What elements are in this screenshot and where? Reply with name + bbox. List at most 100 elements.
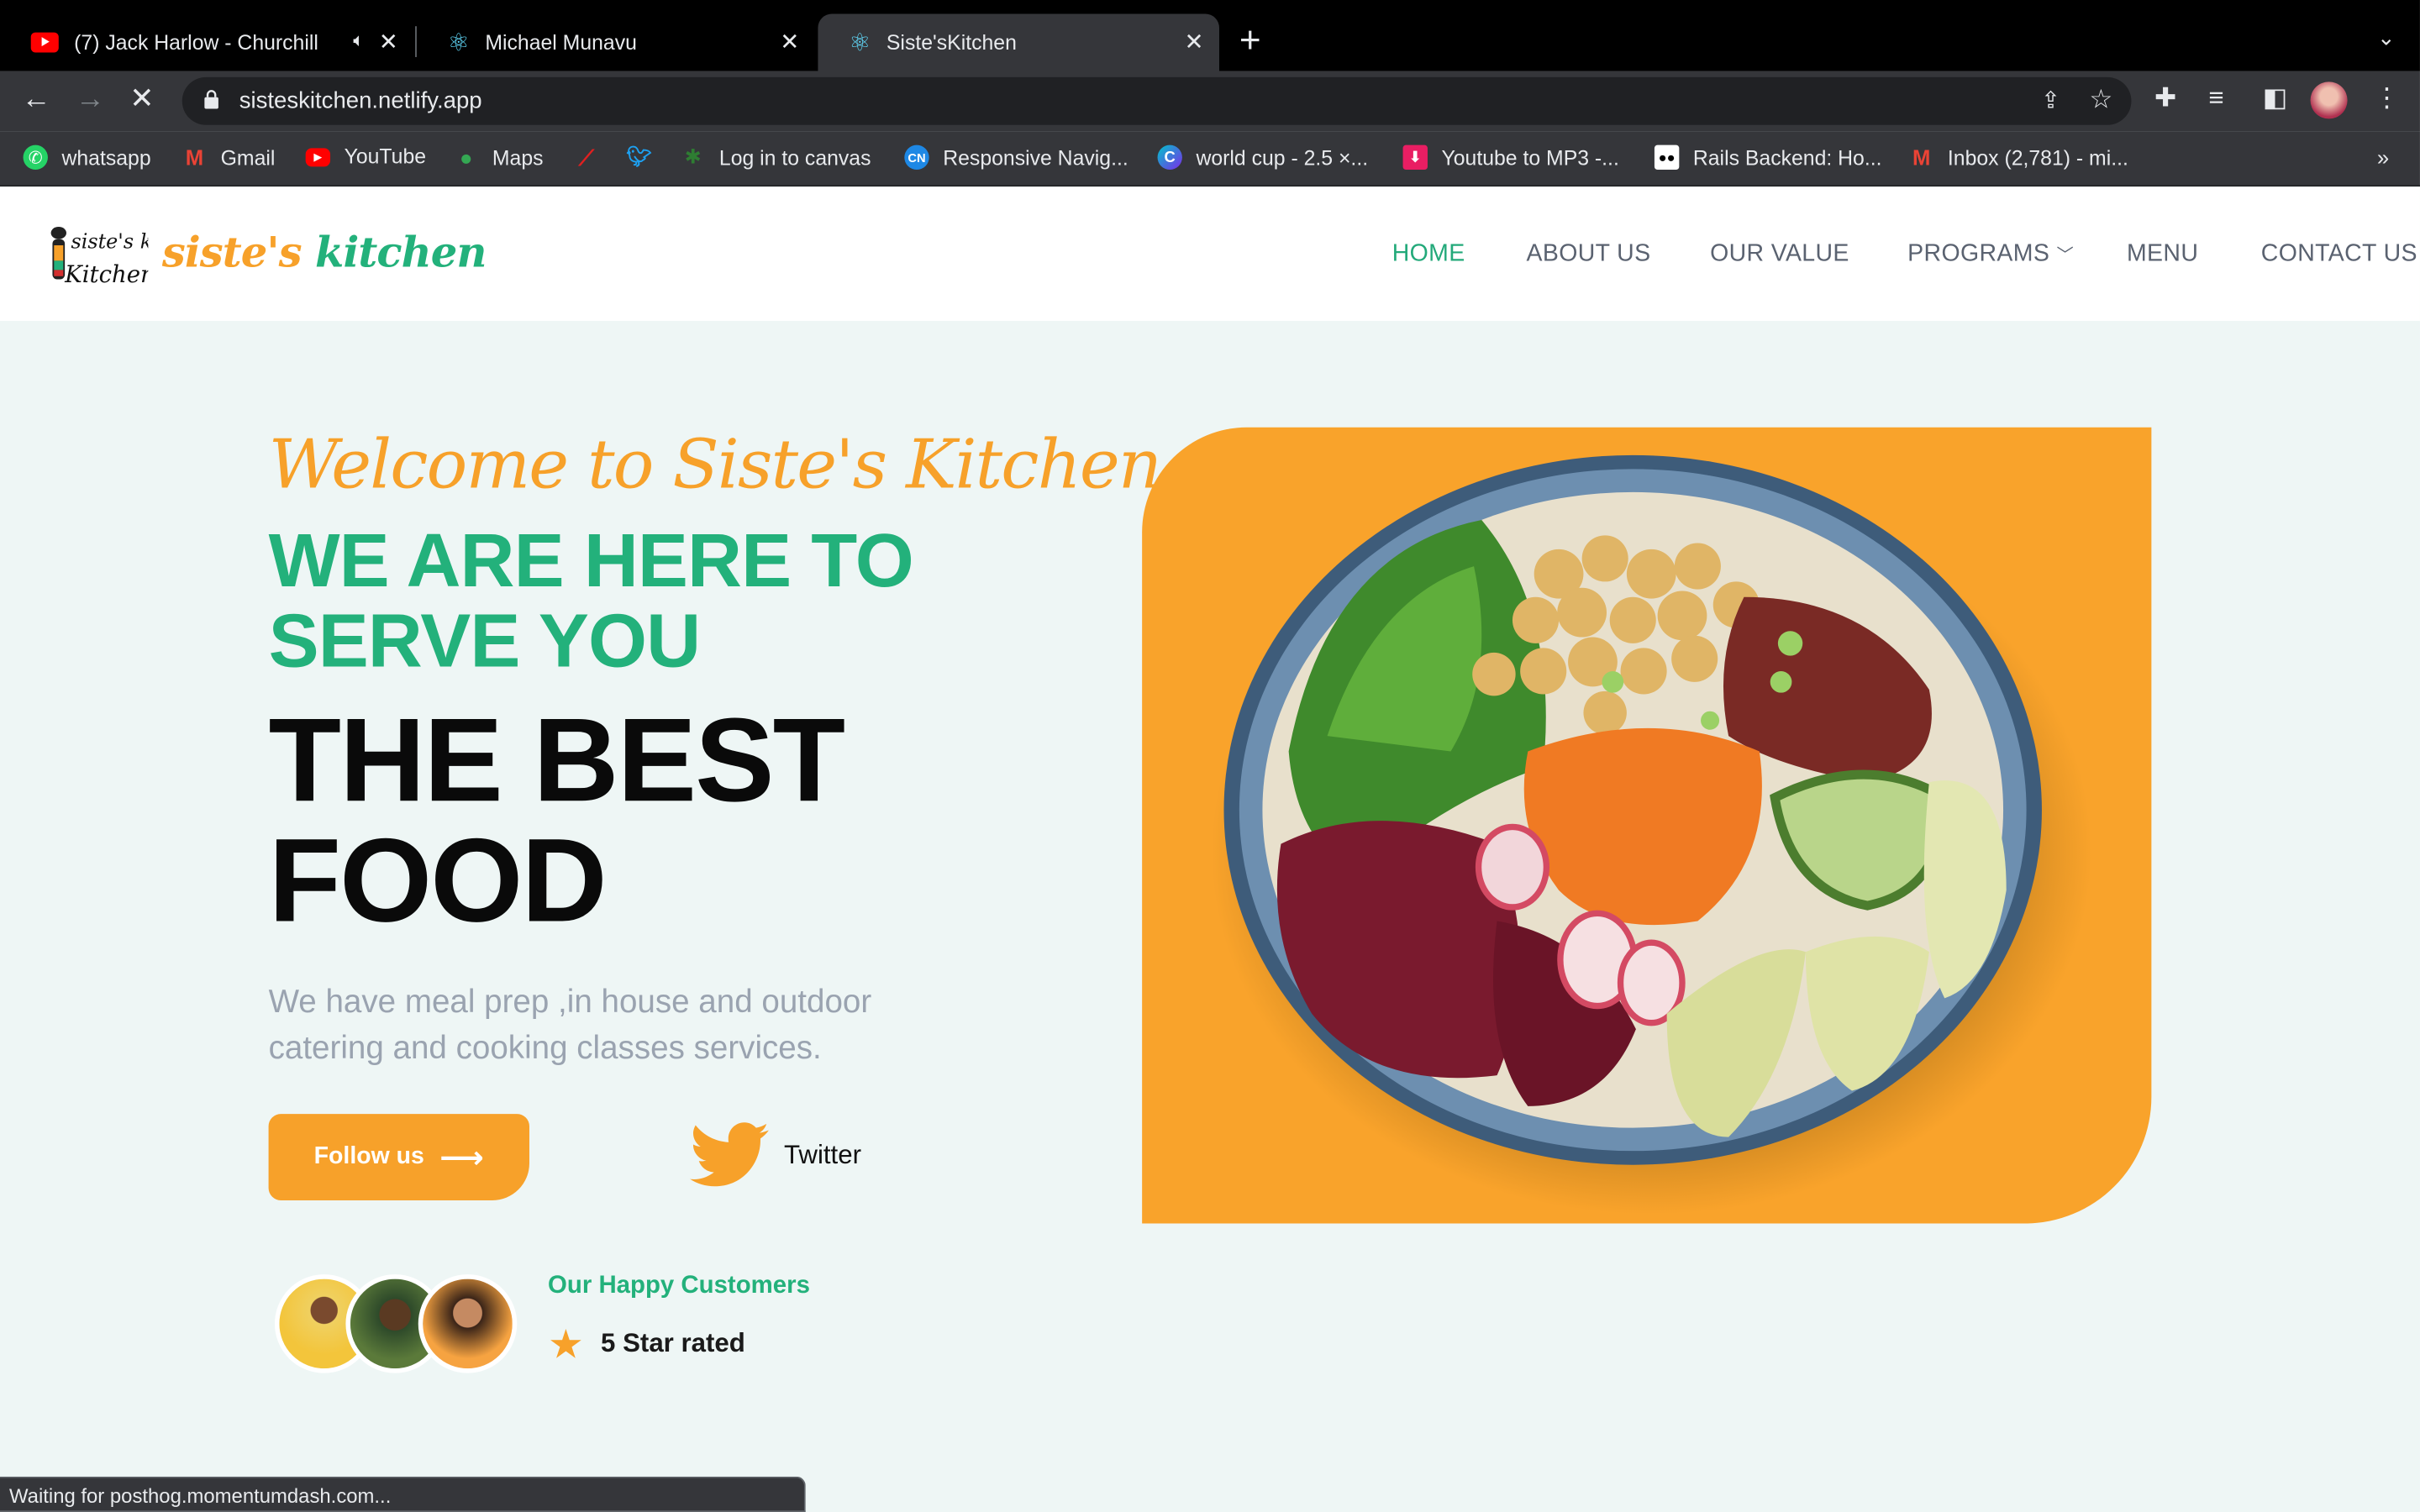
customer-avatars <box>274 1274 522 1379</box>
bookmark-label: Responsive Navig... <box>943 145 1128 170</box>
logo-chef-icon[interactable]: siste's kitchen Kitchen <box>43 221 148 298</box>
site-header: siste's kitchen Kitchen siste's kitchen … <box>0 186 2420 322</box>
follow-us-button[interactable]: Follow us ⟶ <box>268 1114 529 1200</box>
bookmark-label: Maps <box>492 145 544 170</box>
url-text: sisteskitchen.netlify.app <box>239 87 482 114</box>
happy-customers-title: Our Happy Customers <box>548 1273 810 1299</box>
extensions-puzzle-icon[interactable]: ✚ <box>2154 83 2176 114</box>
bookmark-whatsapp[interactable]: ✆ whatsapp <box>23 144 151 171</box>
logo-small-text: siste's kitchen <box>71 230 148 254</box>
bookmark-label: Gmail <box>220 145 276 170</box>
best-food-heading: THE BEST FOOD <box>268 694 845 948</box>
canva-icon: C <box>1157 144 1182 171</box>
bookmark-canvas[interactable]: ✱ Log in to canvas <box>681 145 871 170</box>
arrow-right-icon: ⟶ <box>439 1141 484 1175</box>
close-tab-icon[interactable]: ✕ <box>1185 29 1204 55</box>
media-queue-icon[interactable]: ≡ <box>2208 83 2223 114</box>
nav-menu[interactable]: MENU <box>2127 241 2198 269</box>
follow-us-label: Follow us <box>313 1142 424 1170</box>
close-tab-icon[interactable]: ✕ <box>379 29 398 55</box>
bookmark-label: whatsapp <box>61 145 151 170</box>
status-bar: Waiting for posthog.momentumdash.com... <box>0 1476 806 1512</box>
bookmark-unlabeled-red[interactable]: ⟋ <box>574 144 613 170</box>
tab-sistes-kitchen[interactable]: ⚛ Siste'sKitchen ✕ <box>818 13 1219 71</box>
twitter-bird-icon: 🐦︎ <box>626 144 652 169</box>
bookmark-label: Rails Backend: Ho... <box>1692 145 1882 170</box>
bookmark-inbox[interactable]: M Inbox (2,781) - mi... <box>1909 145 2128 170</box>
profile-avatar[interactable] <box>2310 81 2348 119</box>
welcome-heading: Welcome to Siste's Kitchen <box>268 425 1162 505</box>
youtube-icon: ▶ <box>305 147 331 166</box>
tab-title: Michael Munavu <box>485 30 637 55</box>
whatsapp-icon: ✆ <box>23 144 48 171</box>
avatar <box>418 1274 518 1373</box>
browser-tab-bar: (7) Jack Harlow - Churchill 🔈︎ ✕ ⚛ Micha… <box>0 0 2420 71</box>
nav-home[interactable]: HOME <box>1392 241 1465 269</box>
more-menu-icon[interactable]: ⋮ <box>2374 83 2400 114</box>
tab-title: (7) Jack Harlow - Churchill <box>74 30 318 55</box>
speaker-icon[interactable]: 🔈︎ <box>353 29 364 53</box>
screen: (7) Jack Harlow - Churchill 🔈︎ ✕ ⚛ Micha… <box>0 0 2420 1512</box>
canvas-icon: ✱ <box>684 144 702 169</box>
tab-title: Siste'sKitchen <box>886 30 1017 55</box>
side-panel-icon[interactable]: ◧ <box>2263 83 2288 114</box>
back-arrow-icon[interactable]: ← <box>22 83 51 117</box>
hero-description: We have meal prep ,in house and outdoor … <box>268 984 872 1067</box>
bookmark-label: world cup - 2.5 ×... <box>1196 145 1369 170</box>
rating-text: 5 Star rated <box>601 1328 745 1358</box>
logo-word-kitchen: kitchen <box>315 229 487 278</box>
close-tab-icon[interactable]: ✕ <box>780 29 799 55</box>
medium-icon: ●● <box>1654 144 1680 171</box>
webpage: siste's kitchen Kitchen siste's kitchen … <box>0 186 2420 1512</box>
youtube-icon <box>30 32 59 53</box>
tab-michael-munavu[interactable]: ⚛ Michael Munavu ✕ <box>417 14 815 71</box>
bookmark-label: Inbox (2,781) - mi... <box>1947 145 2128 170</box>
bookmark-gmail[interactable]: M Gmail <box>182 145 276 170</box>
twitter-link[interactable]: Twitter <box>690 1119 861 1193</box>
nav-programs-label: PROGRAMS <box>1907 240 2050 267</box>
serve-heading: WE ARE HERE TO SERVE YOU <box>268 519 914 684</box>
chevron-down-icon: ﹀ <box>2056 246 2075 265</box>
bookmark-label: Youtube to MP3 -... <box>1441 145 1619 170</box>
hero-image-panel <box>1142 427 2152 1224</box>
bookmark-responsive-nav[interactable]: CN Responsive Navig... <box>904 144 1128 171</box>
nav-programs[interactable]: PROGRAMS ﹀ <box>1907 241 2074 269</box>
gmail-icon: M <box>185 144 204 171</box>
star-icon: ★ <box>548 1320 584 1368</box>
logo-word-sistes: siste's <box>161 229 302 278</box>
bookmark-label: YouTube <box>344 144 427 169</box>
twitter-label: Twitter <box>784 1140 861 1170</box>
bookmark-youtube[interactable]: ▶ YouTube <box>305 144 427 169</box>
nav-contact-us[interactable]: CONTACT US <box>2261 241 2417 269</box>
bookmark-star-icon[interactable]: ☆ <box>2089 85 2112 116</box>
new-tab-button[interactable]: + <box>1239 21 1261 62</box>
bookmark-youtube-mp3[interactable]: ⬇ Youtube to MP3 -... <box>1402 144 1619 171</box>
maps-icon: ● <box>459 144 473 171</box>
codepen-icon: CN <box>904 144 929 171</box>
more-bookmarks-icon[interactable]: » <box>2377 145 2389 170</box>
nav-our-value[interactable]: OUR VALUE <box>1710 241 1849 269</box>
rating: ★ 5 Star rated <box>548 1324 745 1364</box>
react-icon: ⚛ <box>447 29 470 57</box>
share-icon[interactable]: ⇪ <box>2041 87 2060 114</box>
svg-text:Kitchen: Kitchen <box>64 261 148 288</box>
forward-arrow-icon[interactable]: → <box>76 83 105 117</box>
address-bar[interactable]: sisteskitchen.netlify.app ⇪ ☆ <box>182 76 2132 125</box>
stop-loading-icon[interactable]: ✕ <box>129 83 154 117</box>
download-icon: ⬇ <box>1402 144 1428 171</box>
bookmark-twitter[interactable]: 🐦︎ <box>626 144 666 170</box>
tab-youtube[interactable]: (7) Jack Harlow - Churchill 🔈︎ ✕ <box>0 14 413 71</box>
bookmark-world-cup[interactable]: C world cup - 2.5 ×... <box>1157 144 1369 171</box>
bookmark-maps[interactable]: ● Maps <box>454 145 544 170</box>
red-swoosh-icon: ⟋ <box>578 144 594 170</box>
logo-wordmark[interactable]: siste's kitchen <box>162 230 487 278</box>
bookmark-label: Log in to canvas <box>718 145 871 170</box>
bookmark-rails-backend[interactable]: ●● Rails Backend: Ho... <box>1654 144 1882 171</box>
browser-toolbar: ← → ✕ sisteskitchen.netlify.app ⇪ ☆ ✚ ≡ … <box>0 71 2420 132</box>
gmail-icon: M <box>1912 144 1931 171</box>
react-icon: ⚛ <box>849 29 871 57</box>
nav-about-us[interactable]: ABOUT US <box>1526 241 1650 269</box>
bookmarks-bar: ✆ whatsapp M Gmail ▶ YouTube ● Maps ⟋ 🐦︎… <box>0 131 2420 187</box>
food-bowl-image <box>1211 454 2091 1215</box>
tab-search-chevron-icon[interactable]: ⌄ <box>2377 24 2396 50</box>
